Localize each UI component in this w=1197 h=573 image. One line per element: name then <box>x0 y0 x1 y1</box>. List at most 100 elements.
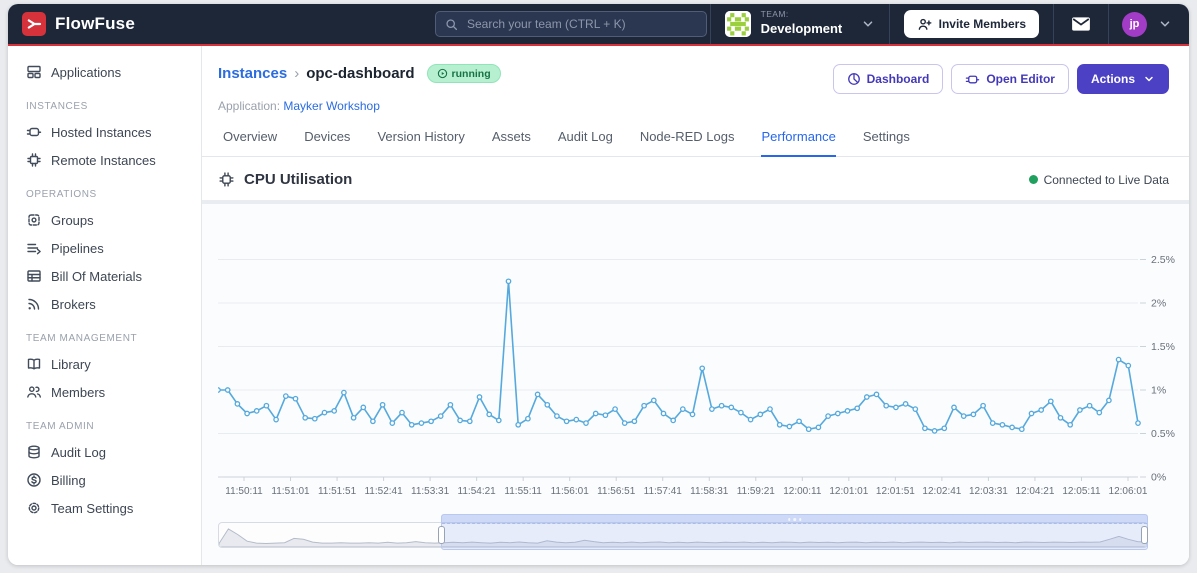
brush-handle-left[interactable] <box>438 526 446 544</box>
pie-chart-icon <box>847 72 861 86</box>
sidebar-item-audit-log[interactable]: Audit Log <box>8 438 201 466</box>
sidebar-item-label: Remote Instances <box>51 152 156 168</box>
tab-assets[interactable]: Assets <box>492 129 531 157</box>
svg-text:11:55:11: 11:55:11 <box>504 486 542 497</box>
team-settings-icon <box>26 500 42 516</box>
sidebar-item-groups[interactable]: Groups <box>8 206 201 234</box>
svg-text:11:56:01: 11:56:01 <box>551 486 590 497</box>
brand[interactable]: FlowFuse <box>8 12 135 36</box>
tab-version-history[interactable]: Version History <box>377 129 464 157</box>
sidebar-item-applications[interactable]: Applications <box>8 58 201 86</box>
brokers-icon <box>26 296 42 312</box>
bill-of-materials-icon <box>26 268 42 284</box>
svg-text:12:05:11: 12:05:11 <box>1062 486 1101 497</box>
chart-range-brush[interactable] <box>218 514 1148 550</box>
sidebar-item-label: Brokers <box>51 296 96 312</box>
remote-instances-icon <box>26 152 42 168</box>
sidebar: Applications INSTANCES Hosted Instances Rem… <box>8 46 202 565</box>
chart-title: CPU Utilisation <box>244 171 353 188</box>
header-actions: Dashboard Open Editor Actions <box>832 64 1169 94</box>
team-selector[interactable]: TEAM: Development <box>711 4 889 44</box>
application-label: Application: <box>218 99 281 113</box>
svg-text:0.5%: 0.5% <box>1151 428 1175 440</box>
chevron-down-icon <box>1143 73 1155 85</box>
navbar-right: TEAM: Development Invite Members jp <box>709 4 1189 44</box>
tab-node-red-logs[interactable]: Node-RED Logs <box>640 129 735 157</box>
user-avatar: jp <box>1122 11 1147 37</box>
svg-text:11:53:31: 11:53:31 <box>411 486 450 497</box>
sidebar-item-label: Library <box>51 356 91 372</box>
application-row: Application: Mayker Workshop <box>218 99 1169 113</box>
svg-text:0%: 0% <box>1151 472 1166 484</box>
brush-selection[interactable] <box>441 514 1148 550</box>
svg-text:12:01:51: 12:01:51 <box>876 486 915 497</box>
svg-text:12:04:21: 12:04:21 <box>1015 486 1054 497</box>
breadcrumb: Instances › opc-dashboard running <box>218 64 501 83</box>
live-dot-icon <box>1028 175 1038 184</box>
tab-performance[interactable]: Performance <box>761 129 836 157</box>
flowfuse-logo-mark-icon <box>22 12 46 36</box>
brand-name: FlowFuse <box>55 14 135 33</box>
billing-icon <box>26 472 42 488</box>
svg-text:11:51:51: 11:51:51 <box>318 486 357 497</box>
sidebar-item-label: Groups <box>51 212 94 228</box>
svg-text:11:54:21: 11:54:21 <box>458 486 497 497</box>
sidebar-item-label: Members <box>51 384 106 400</box>
sidebar-item-pipelines[interactable]: Pipelines <box>8 234 201 262</box>
search-input[interactable] <box>465 16 697 32</box>
search-icon <box>445 18 458 31</box>
svg-text:2.5%: 2.5% <box>1151 254 1175 266</box>
svg-text:11:52:41: 11:52:41 <box>364 486 403 497</box>
library-icon <box>26 356 42 372</box>
svg-text:12:00:11: 12:00:11 <box>783 486 822 497</box>
main-content: Instances › opc-dashboard running Dashbo… <box>202 46 1189 565</box>
user-plus-icon <box>917 17 932 32</box>
team-avatar <box>724 11 751 37</box>
instance-name: opc-dashboard <box>306 65 415 82</box>
svg-text:11:50:11: 11:50:11 <box>225 486 263 497</box>
mail-icon <box>1071 16 1091 32</box>
team-name: Development <box>760 20 843 36</box>
tab-overview[interactable]: Overview <box>223 129 277 157</box>
dashboard-button[interactable]: Dashboard <box>832 64 944 94</box>
open-editor-button[interactable]: Open Editor <box>951 64 1069 94</box>
live-status: Connected to Live Data <box>1028 173 1169 187</box>
invite-members-label: Invite Members <box>938 17 1026 31</box>
tab-settings[interactable]: Settings <box>863 129 910 157</box>
breadcrumb-instances-link[interactable]: Instances <box>218 65 287 82</box>
sidebar-section-header: TEAM ADMIN <box>26 421 95 432</box>
sidebar-item-label: Audit Log <box>51 444 106 460</box>
svg-text:11:57:41: 11:57:41 <box>644 486 683 497</box>
sidebar-item-library[interactable]: Library <box>8 350 201 378</box>
cpu-chart-area: 0% 0.5% 1% 1.5% 2% 2.5% 11:50:11 11:51:01 11:51:… <box>202 204 1189 565</box>
actions-button[interactable]: Actions <box>1076 64 1169 94</box>
cpu-line-chart[interactable]: 0% 0.5% 1% 1.5% 2% 2.5% 11:50:11 11:51:01 11:51:… <box>218 214 1189 506</box>
chevron-down-icon <box>861 17 875 31</box>
brush-grip-icon[interactable] <box>787 518 802 521</box>
play-circle-icon <box>437 68 448 79</box>
svg-text:12:03:31: 12:03:31 <box>969 486 1008 497</box>
tab-devices[interactable]: Devices <box>304 129 350 157</box>
brush-selection-top[interactable] <box>442 515 1147 524</box>
application-link[interactable]: Mayker Workshop <box>283 99 379 113</box>
pipelines-icon <box>26 240 42 256</box>
tab-audit-log[interactable]: Audit Log <box>558 129 613 157</box>
sidebar-item-team-settings[interactable]: Team Settings <box>8 494 201 522</box>
sidebar-item-remote-instances[interactable]: Remote Instances <box>8 146 201 174</box>
sidebar-item-bill-of-materials[interactable]: Bill Of Materials <box>8 262 201 290</box>
notifications-button[interactable] <box>1054 16 1108 32</box>
svg-text:11:51:01: 11:51:01 <box>271 486 310 497</box>
sidebar-item-brokers[interactable]: Brokers <box>8 290 201 318</box>
sidebar-section-header: OPERATIONS <box>26 189 97 200</box>
brush-handle-right[interactable] <box>1141 526 1148 544</box>
sidebar-item-billing[interactable]: Billing <box>8 466 201 494</box>
sidebar-item-label: Pipelines <box>51 240 104 256</box>
sidebar-item-label: Team Settings <box>51 500 134 516</box>
user-menu[interactable]: jp <box>1109 4 1189 44</box>
sidebar-item-label: Billing <box>51 472 86 488</box>
sidebar-section-header: INSTANCES <box>26 101 88 112</box>
invite-members-button[interactable]: Invite Members <box>903 10 1039 38</box>
sidebar-item-hosted-instances[interactable]: Hosted Instances <box>8 118 201 146</box>
team-search[interactable] <box>435 11 707 37</box>
sidebar-item-members[interactable]: Members <box>8 378 201 406</box>
